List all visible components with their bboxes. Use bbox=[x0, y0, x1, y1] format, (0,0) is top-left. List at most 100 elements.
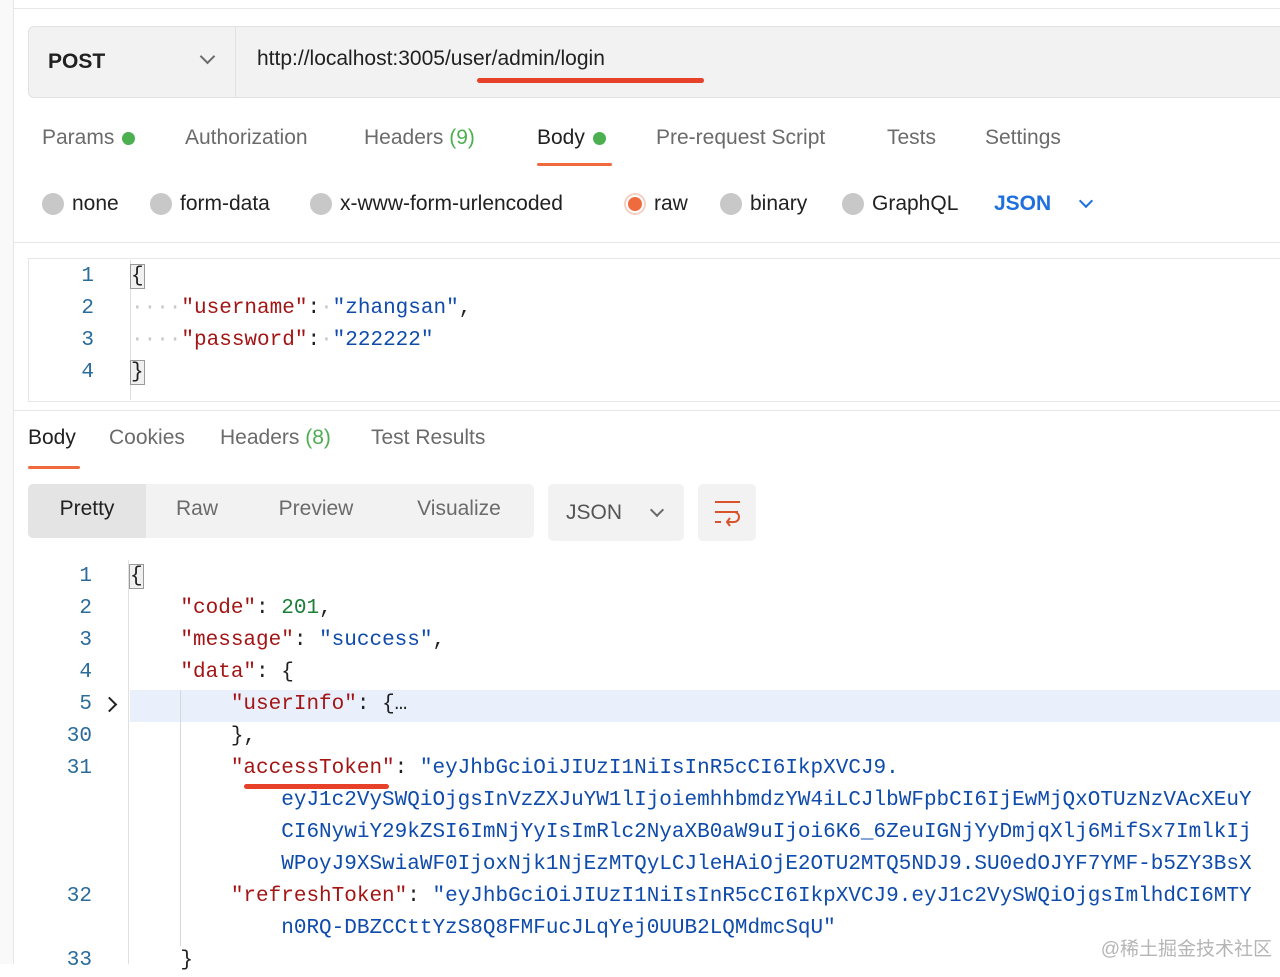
line-number: 30 bbox=[66, 725, 92, 748]
code-token: "username" bbox=[181, 297, 308, 320]
radio-label: raw bbox=[654, 192, 688, 215]
line-number: 31 bbox=[66, 757, 92, 780]
code-token: : bbox=[307, 329, 321, 352]
code-token: "code" bbox=[180, 597, 257, 620]
fold-chevron-right-icon[interactable] bbox=[101, 696, 118, 713]
top-divider bbox=[14, 0, 1280, 9]
tab-label: Test Results bbox=[371, 426, 486, 449]
radio-circle-icon bbox=[624, 193, 646, 215]
code-token: "accessToken" bbox=[230, 757, 395, 780]
code-line: { bbox=[129, 561, 144, 593]
method-select[interactable]: POST bbox=[29, 27, 236, 97]
tab-label: Body bbox=[28, 426, 76, 449]
status-dot bbox=[122, 131, 136, 145]
radio-form-data[interactable]: form-data bbox=[150, 192, 270, 216]
view-preview[interactable]: Preview bbox=[248, 484, 384, 538]
tab-settings[interactable]: Settings bbox=[985, 126, 1061, 150]
code-token: CI6NywiY29kZSI6ImNjYyIsImRlc2NyaXB0aW9uI… bbox=[281, 821, 1252, 844]
tab-label: Cookies bbox=[109, 426, 185, 449]
code-line: CI6NywiY29kZSI6ImNjYyIsImRlc2NyaXB0aW9uI… bbox=[130, 817, 1252, 849]
code-token: : { bbox=[356, 693, 395, 716]
chevron-down-icon bbox=[1079, 193, 1094, 209]
code-token: "eyJhbGciOiJIUzI1NiIsInR5cCI6IkpXVCJ9.ey… bbox=[432, 885, 1252, 908]
code-token: WPoyJ9XSwiaWF0IjoxNjk1NjEzMTQyLCJleHAiOj… bbox=[281, 853, 1252, 876]
code-line: "data": { bbox=[130, 657, 293, 689]
radio-none[interactable]: none bbox=[42, 192, 119, 216]
status-dot bbox=[592, 131, 606, 145]
code-token: , bbox=[458, 297, 472, 320]
code-line: n0RQ-DBZCCttYzS8Q8FMFucJLqYej0UUB2LQMdmc… bbox=[130, 913, 836, 945]
response-tab-headers[interactable]: Headers (8) bbox=[220, 426, 331, 450]
radio-x-www-form-urlencoded[interactable]: x-www-form-urlencoded bbox=[310, 192, 563, 216]
radio-label: GraphQL bbox=[872, 192, 959, 215]
format-select[interactable]: JSON bbox=[994, 192, 1094, 216]
chevron-down-icon bbox=[199, 48, 216, 65]
code-token: "zhangsan" bbox=[332, 297, 459, 320]
tab-headers[interactable]: Headers (9) bbox=[364, 126, 475, 150]
code-token: , bbox=[319, 597, 332, 620]
code-line: "userInfo": {… bbox=[130, 689, 407, 721]
code-token: { bbox=[129, 564, 144, 589]
tab-tests[interactable]: Tests bbox=[887, 126, 936, 150]
code-token: · bbox=[320, 329, 333, 352]
line-number: 32 bbox=[66, 885, 92, 908]
tab-body[interactable]: Body bbox=[537, 126, 606, 150]
tab-pre-request-script[interactable]: Pre-request Script bbox=[656, 126, 825, 150]
tab-count: (8) bbox=[305, 426, 331, 449]
code-token: "success" bbox=[319, 629, 433, 652]
wrap-lines-button[interactable] bbox=[698, 484, 756, 541]
code-token: "eyJhbGciOiJIUzI1NiIsInR5cCI6IkpXVCJ9. bbox=[419, 757, 899, 780]
code-token: : bbox=[394, 757, 420, 780]
code-token: }, bbox=[230, 725, 257, 748]
code-token: : bbox=[293, 629, 320, 652]
line-number: 3 bbox=[81, 329, 94, 352]
line-number: 5 bbox=[79, 693, 92, 716]
tab-label: Body bbox=[537, 126, 585, 149]
radio-graphql[interactable]: GraphQL bbox=[842, 192, 958, 216]
response-tab-cookies[interactable]: Cookies bbox=[109, 426, 185, 450]
radio-label: binary bbox=[750, 192, 808, 215]
annotation-underline bbox=[244, 784, 389, 789]
code-token: ···· bbox=[131, 297, 182, 320]
radio-circle-icon bbox=[310, 193, 332, 215]
view-raw[interactable]: Raw bbox=[146, 484, 248, 538]
code-line: ····"password":·"222222" bbox=[131, 325, 434, 357]
code-token: "222222" bbox=[332, 329, 434, 352]
code-token: … bbox=[394, 693, 408, 716]
view-mode-segmented: Pretty Raw Preview Visualize bbox=[28, 484, 534, 538]
response-format-select[interactable]: JSON bbox=[548, 484, 684, 541]
url-input[interactable]: http://localhost:3005/user/admin/login bbox=[257, 47, 605, 71]
code-token: "message" bbox=[180, 629, 294, 652]
left-sidebar-edge bbox=[0, 0, 14, 964]
line-number: 3 bbox=[79, 629, 92, 652]
view-pretty[interactable]: Pretty bbox=[28, 484, 146, 538]
radio-binary[interactable]: binary bbox=[720, 192, 807, 216]
code-token: } bbox=[180, 949, 194, 972]
code-line: } bbox=[130, 357, 145, 389]
code-line: "code": 201, bbox=[130, 593, 332, 625]
tab-label: Pre-request Script bbox=[656, 126, 826, 149]
request-bar: POST http://localhost:3005/user/admin/lo… bbox=[28, 26, 1280, 98]
code-line: "refreshToken": "eyJhbGciOiJIUzI1NiIsInR… bbox=[130, 881, 1252, 913]
code-token: { bbox=[130, 264, 145, 289]
line-number: 2 bbox=[81, 297, 94, 320]
response-tab-test-results[interactable]: Test Results bbox=[371, 426, 485, 450]
response-tab-body[interactable]: Body bbox=[28, 426, 76, 450]
tab-authorization[interactable]: Authorization bbox=[185, 126, 308, 150]
radio-circle-icon bbox=[42, 193, 64, 215]
tab-params[interactable]: Params bbox=[42, 126, 136, 150]
line-number: 1 bbox=[79, 565, 92, 588]
line-number: 4 bbox=[81, 361, 94, 384]
view-visualize[interactable]: Visualize bbox=[384, 484, 534, 538]
format-label: JSON bbox=[994, 192, 1052, 215]
line-number: 1 bbox=[81, 265, 94, 288]
radio-raw[interactable]: raw bbox=[624, 192, 688, 216]
